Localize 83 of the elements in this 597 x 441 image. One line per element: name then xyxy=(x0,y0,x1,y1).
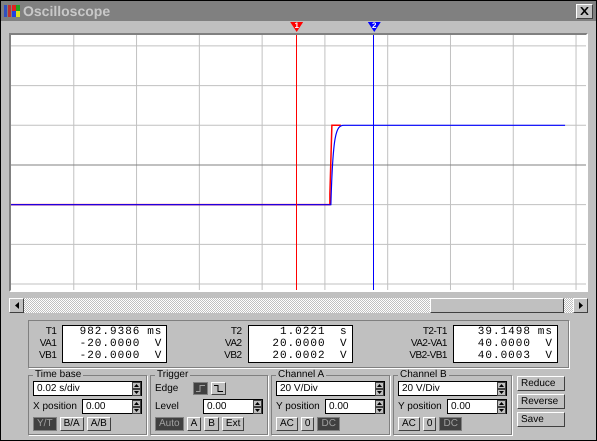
readout-label: T2-T1 xyxy=(422,326,447,338)
mode-toggle[interactable]: AC xyxy=(276,417,298,431)
mode-toggle[interactable]: Auto xyxy=(155,417,184,431)
spin-arrows-icon[interactable] xyxy=(253,400,262,414)
spin-arrows-icon[interactable] xyxy=(497,382,506,396)
readout-unit: V xyxy=(544,338,553,350)
trigger-level-field[interactable]: 0.00 xyxy=(203,399,263,414)
readout-value: -20.0000 xyxy=(80,350,140,362)
app-icon xyxy=(4,4,20,18)
readout-label: T1 xyxy=(46,326,56,338)
scroll-left-button[interactable] xyxy=(9,298,24,313)
horizontal-scrollbar[interactable] xyxy=(9,298,588,313)
window-title: Oscilloscope xyxy=(23,4,112,18)
time-scale-field[interactable]: 0.02 s/div xyxy=(33,381,142,396)
mode-toggle[interactable]: A/B xyxy=(86,417,111,431)
field-label: Level xyxy=(155,402,179,412)
readout-label: VB1 xyxy=(39,350,56,362)
spin-arrows-icon[interactable] xyxy=(132,382,141,396)
rising-edge-icon xyxy=(196,385,205,392)
readout-unit: V xyxy=(154,350,162,362)
falling-edge-icon xyxy=(214,385,223,392)
readout-value: -20.0000 xyxy=(80,338,140,350)
mode-toggle[interactable]: B xyxy=(204,417,219,431)
volts-per-div-field[interactable]: 20 V/Div xyxy=(276,381,385,396)
close-button[interactable] xyxy=(576,4,593,18)
field-label: X position xyxy=(33,402,77,412)
action-button[interactable]: Reduce xyxy=(517,376,565,391)
mode-toggle[interactable]: A xyxy=(186,417,202,431)
readout-unit: ms xyxy=(146,326,162,338)
scroll-thumb[interactable] xyxy=(430,298,564,313)
mode-toggle[interactable]: Ext xyxy=(222,417,244,431)
mode-toggle[interactable]: 0 xyxy=(422,417,436,431)
cursor-marker[interactable]: 1 xyxy=(290,22,304,32)
action-button[interactable]: Save xyxy=(517,412,565,427)
spin-arrows-icon[interactable] xyxy=(497,400,506,414)
spin-arrows-icon[interactable] xyxy=(375,400,384,414)
readout-unit: V xyxy=(338,338,348,350)
group-title: Channel A xyxy=(277,370,326,380)
cursor-line[interactable] xyxy=(373,35,374,290)
readout-unit: ms xyxy=(536,326,553,338)
field-label: Y position xyxy=(398,402,442,412)
right-arrow-icon xyxy=(578,302,582,309)
readout-value: 1.0221 xyxy=(280,326,326,338)
readout-unit: s xyxy=(338,326,348,338)
group-title: Channel B xyxy=(399,370,448,380)
readout-label: VB2-VB1 xyxy=(409,350,447,362)
mode-toggle[interactable]: DC xyxy=(317,417,340,431)
cursor-marker[interactable]: 2 xyxy=(368,22,381,32)
volts-per-div-field[interactable]: 20 V/Div xyxy=(398,381,507,396)
readout-value: 982.9386 xyxy=(80,326,140,338)
action-button[interactable]: Reverse xyxy=(517,394,565,409)
cursor-line[interactable] xyxy=(296,35,298,290)
readout-label: VB2 xyxy=(224,350,242,362)
mode-toggle[interactable]: Y/T xyxy=(33,417,57,431)
spin-arrows-icon[interactable] xyxy=(375,382,384,396)
x-position-field[interactable]: 0.00 xyxy=(82,399,142,414)
readout-unit: V xyxy=(338,350,348,362)
readout-value: 39.1498 xyxy=(478,326,531,338)
mode-toggle[interactable]: DC xyxy=(439,417,462,431)
y-position-field[interactable]: 0.00 xyxy=(325,399,385,414)
readout-value: 40.0003 xyxy=(478,350,531,362)
mode-toggle[interactable]: AC xyxy=(398,417,420,431)
readout-label: VA2 xyxy=(224,338,242,350)
readout-value: 40.0000 xyxy=(478,338,531,350)
edge-toggle[interactable] xyxy=(193,382,208,395)
left-arrow-icon xyxy=(14,302,18,309)
group-title: Trigger xyxy=(156,370,190,380)
readout-value: 20.0002 xyxy=(272,350,326,362)
y-position-field[interactable]: 0.00 xyxy=(447,399,507,414)
readout-value: 20.0000 xyxy=(272,338,326,350)
readout-label: VA1 xyxy=(40,338,56,350)
mode-toggle[interactable]: B/A xyxy=(60,417,84,431)
close-icon xyxy=(580,7,589,15)
scroll-right-button[interactable] xyxy=(573,298,588,313)
field-label: Y position xyxy=(276,402,320,412)
readout-unit: V xyxy=(154,338,162,350)
mode-toggle[interactable]: 0 xyxy=(300,417,314,431)
readout-label: T2 xyxy=(230,326,242,338)
readout-unit: V xyxy=(544,350,553,362)
spin-arrows-icon[interactable] xyxy=(132,400,141,414)
readout-label: VA2-VA1 xyxy=(410,338,447,350)
field-label: Edge xyxy=(155,384,180,394)
group-title: Time base xyxy=(34,370,82,380)
